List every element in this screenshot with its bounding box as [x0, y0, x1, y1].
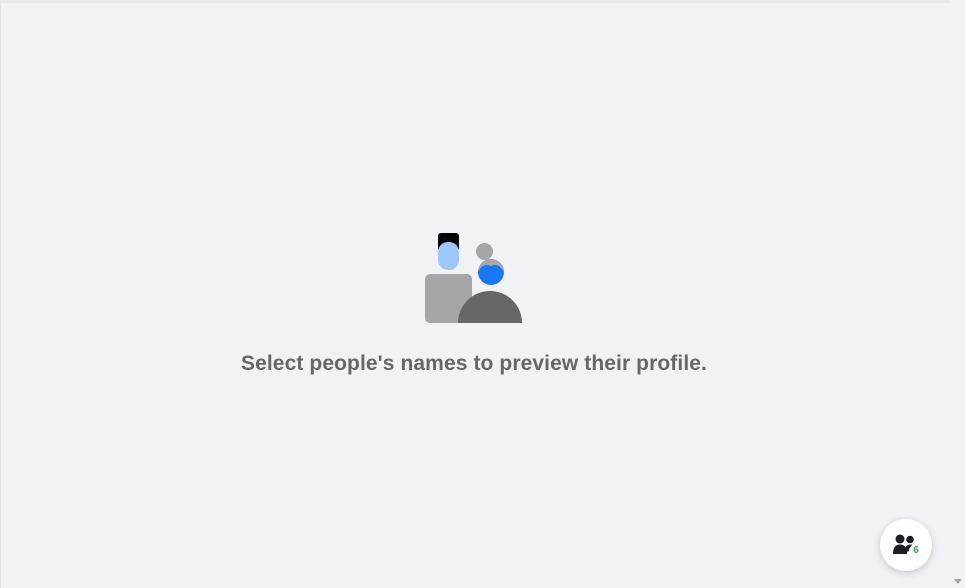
empty-state-message: Select people's names to preview their p… [240, 352, 707, 375]
scroll-down-arrow-icon[interactable] [954, 579, 962, 584]
empty-state: Select people's names to preview their p… [0, 0, 950, 588]
friends-button[interactable]: 6 [880, 519, 932, 571]
people-illustration-icon [425, 233, 522, 323]
page: Select people's names to preview their p… [0, 0, 965, 588]
scrollbar[interactable] [950, 0, 965, 588]
friends-count-badge: 6 [909, 544, 923, 558]
